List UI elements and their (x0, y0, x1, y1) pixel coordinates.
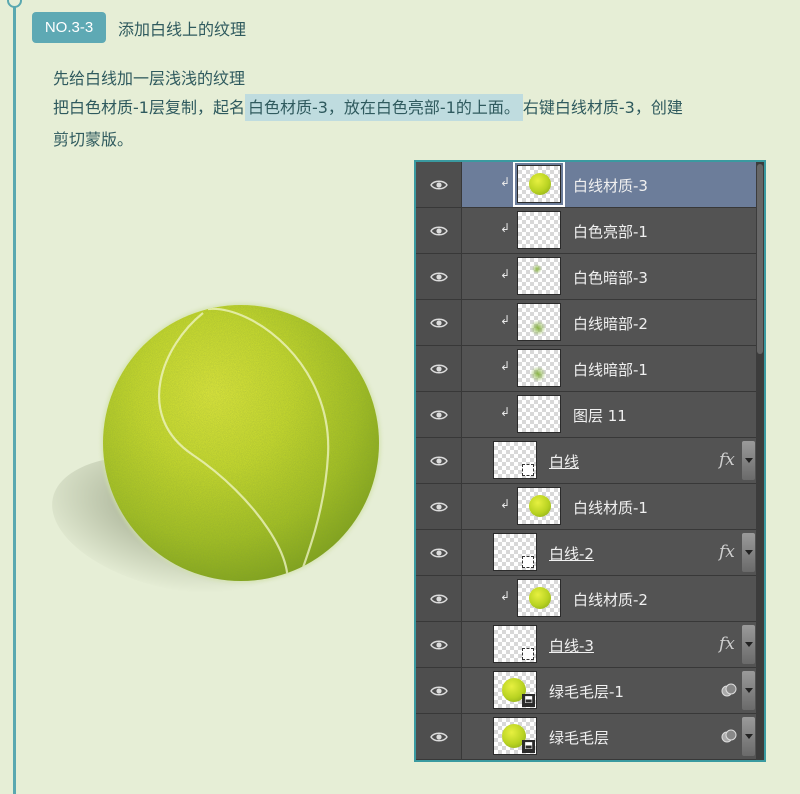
layer-row[interactable]: 白线 fx (416, 438, 756, 484)
layer-thumbnail[interactable] (517, 487, 561, 525)
eye-icon[interactable] (416, 438, 462, 483)
layers-panel: ↲ 白线材质-3 ↲ 白色亮部-1 ↲ 白色暗部-3 ↲ 白线暗部-2 ↲ 白线暗部-1 ↲ 图层 1… (414, 160, 766, 762)
layer-thumbnail[interactable] (517, 579, 561, 617)
layer-name[interactable]: 绿毛毛层-1 (549, 681, 624, 702)
layer-thumbnail[interactable]: ⬒ (493, 717, 537, 755)
expand-effects-button[interactable] (742, 533, 755, 572)
layer-name[interactable]: 白线-2 (549, 543, 594, 564)
layer-row[interactable]: ↲ 图层 11 (416, 392, 756, 438)
expand-effects-button[interactable] (742, 671, 755, 710)
timeline-line (13, 0, 16, 794)
expand-effects-button[interactable] (742, 625, 755, 664)
layer-effects-icon[interactable]: fx (719, 450, 735, 470)
layer-name[interactable]: 白色暗部-3 (573, 267, 648, 288)
layer-row[interactable]: ↲ 白线材质-3 (416, 162, 756, 208)
layer-row[interactable]: ↲ 白线暗部-2 (416, 300, 756, 346)
clipping-mask-icon: ↲ (500, 589, 511, 603)
layer-row[interactable]: ↲ 白线暗部-1 (416, 346, 756, 392)
layer-row[interactable]: ↲ 白线材质-2 (416, 576, 756, 622)
expand-effects-button[interactable] (742, 717, 755, 756)
vector-mask-icon (522, 556, 534, 568)
eye-icon[interactable] (416, 530, 462, 575)
link-icon[interactable] (720, 727, 738, 745)
clipping-mask-icon: ↲ (500, 313, 511, 327)
eye-icon[interactable] (416, 162, 462, 207)
smart-object-icon: ⬒ (522, 694, 535, 707)
clipping-mask-icon: ↲ (500, 405, 511, 419)
layer-row[interactable]: ↲ 白色亮部-1 (416, 208, 756, 254)
shading-thumbnail-icon (532, 264, 542, 274)
layer-thumbnail[interactable] (493, 625, 537, 663)
tennis-ball-illustration (20, 290, 400, 620)
layer-thumbnail[interactable] (493, 441, 537, 479)
clipping-mask-icon: ↲ (500, 175, 511, 189)
layer-name[interactable]: 白线材质-3 (573, 175, 648, 196)
eye-icon[interactable] (416, 622, 462, 667)
layer-row[interactable]: ↲ 白线材质-1 (416, 484, 756, 530)
layer-name[interactable]: 白线材质-2 (573, 589, 648, 610)
clipping-mask-icon: ↲ (500, 267, 511, 281)
layer-thumbnail[interactable] (517, 395, 561, 433)
layer-thumbnail[interactable] (513, 162, 565, 207)
layer-name[interactable]: 白色亮部-1 (573, 221, 648, 242)
description-line-2: 把白色材质-1层复制，起名 白色材质-3，放在白色亮部-1的上面。 右键白线材质-3… (53, 94, 683, 121)
description-highlight: 白色材质-3，放在白色亮部-1的上面。 (244, 94, 523, 121)
layer-thumbnail[interactable] (517, 303, 561, 341)
eye-icon[interactable] (416, 208, 462, 253)
clipping-mask-icon: ↲ (500, 497, 511, 511)
ball-thumbnail-icon (529, 173, 551, 195)
layer-thumbnail[interactable] (517, 257, 561, 295)
description-line-1: 先给白线加一层浅浅的纹理 (53, 69, 246, 88)
ball-seam (103, 305, 379, 581)
vector-mask-icon (522, 648, 534, 660)
layer-thumbnail[interactable] (517, 349, 561, 387)
smart-object-icon: ⬒ (522, 740, 535, 753)
layer-thumbnail[interactable] (493, 533, 537, 571)
layer-effects-icon[interactable]: fx (719, 634, 735, 654)
layer-row[interactable]: 白线-3 fx (416, 622, 756, 668)
ball-thumbnail-icon (529, 587, 551, 609)
description-line-2-start: 把白色材质-1层复制，起名 (53, 98, 245, 117)
eye-icon[interactable] (416, 668, 462, 713)
description-line-2-end: 右键白线材质-3，创建 (522, 98, 683, 117)
step-badge: NO.3-3 (32, 12, 106, 43)
layers-scrollbar[interactable] (756, 162, 764, 760)
timeline-dot (7, 0, 22, 8)
layer-effects-icon[interactable]: fx (719, 542, 735, 562)
layer-name[interactable]: 白线暗部-2 (573, 313, 648, 334)
expand-effects-button[interactable] (742, 441, 755, 480)
ball-thumbnail-icon (529, 495, 551, 517)
description-line-3: 剪切蒙版。 (53, 130, 134, 149)
layer-row[interactable]: ↲ 白色暗部-3 (416, 254, 756, 300)
eye-icon[interactable] (416, 576, 462, 621)
eye-icon[interactable] (416, 254, 462, 299)
layer-name[interactable]: 白线 (549, 451, 579, 472)
scrollbar-thumb[interactable] (757, 164, 763, 354)
layer-row[interactable]: 白线-2 fx (416, 530, 756, 576)
layer-thumbnail[interactable]: ⬒ (493, 671, 537, 709)
vector-mask-icon (522, 464, 534, 476)
layer-name[interactable]: 图层 11 (573, 405, 627, 426)
layer-name[interactable]: 白线材质-1 (573, 497, 648, 518)
eye-icon[interactable] (416, 300, 462, 345)
shading-thumbnail-icon (530, 366, 546, 382)
step-title: 添加白线上的纹理 (118, 20, 247, 39)
layer-row[interactable]: ⬒ 绿毛毛层-1 (416, 668, 756, 714)
clipping-mask-icon: ↲ (500, 221, 511, 235)
clipping-mask-icon: ↲ (500, 359, 511, 373)
link-icon[interactable] (720, 681, 738, 699)
layer-thumbnail[interactable] (517, 211, 561, 249)
shading-thumbnail-icon (530, 320, 546, 336)
tennis-ball (103, 305, 379, 581)
layer-name[interactable]: 白线-3 (549, 635, 594, 656)
eye-icon[interactable] (416, 346, 462, 391)
layer-row[interactable]: ⬒ 绿毛毛层 (416, 714, 756, 760)
eye-icon[interactable] (416, 484, 462, 529)
eye-icon[interactable] (416, 392, 462, 437)
eye-icon[interactable] (416, 714, 462, 759)
layer-name[interactable]: 白线暗部-1 (573, 359, 648, 380)
layer-name[interactable]: 绿毛毛层 (549, 727, 609, 748)
